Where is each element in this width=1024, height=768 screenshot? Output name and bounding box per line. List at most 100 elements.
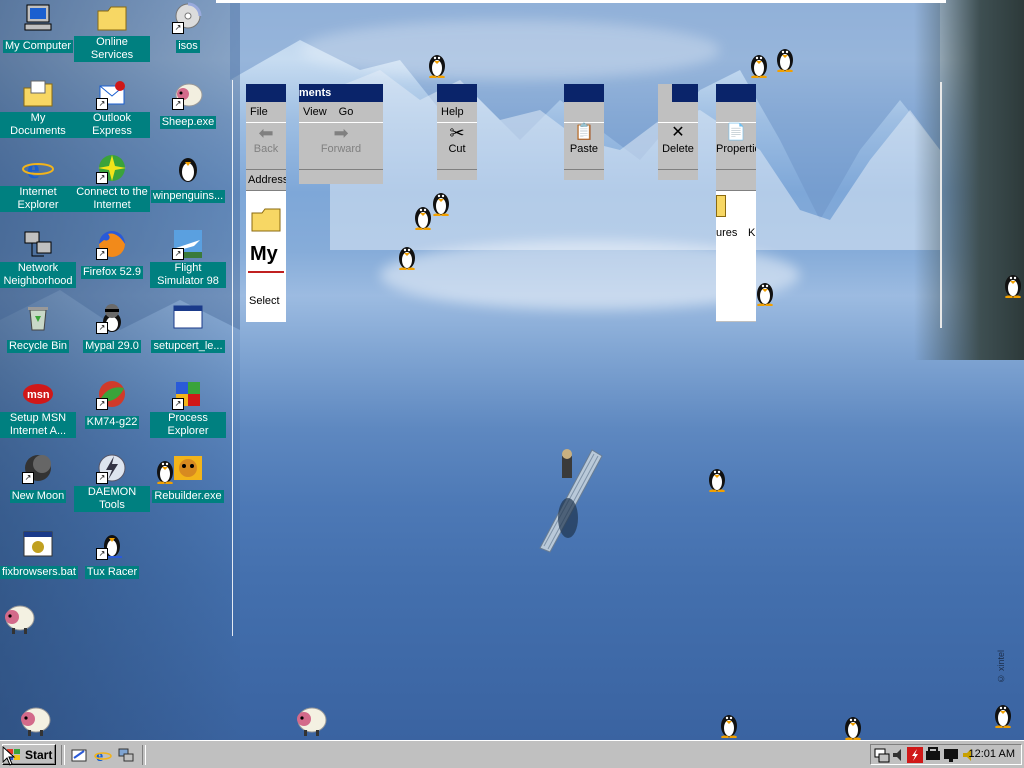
window-fragment[interactable]: 📋 Paste [564,84,604,180]
channels-icon[interactable] [117,746,135,764]
desktop-icon-label: Online Services [74,36,150,62]
shortcut-arrow-icon: ↗ [172,98,184,110]
mypal-icon: ↗ [96,302,128,334]
network-tray-icon[interactable] [874,747,890,763]
properties-label: Properties [716,143,756,155]
raft-fisherman [539,449,603,553]
menu-file[interactable]: File [246,102,286,122]
desktop-icon-label: fixbrowsers.bat [0,566,78,579]
my-documents-icon [22,78,54,110]
window-title-fragment[interactable]: My Documents ViewGo ➡ Forward [299,84,383,184]
new-moon-icon: ↗ [22,452,54,484]
system-tray: 12:01 AM [870,744,1022,765]
winpenguin-icon [1005,275,1021,298]
winpenguin-icon [995,705,1011,728]
internet-explorer-icon[interactable]: e [94,746,112,764]
paste-button[interactable]: 📋 Paste [564,122,604,170]
window-fragment[interactable]: Help ✂ Cut [437,84,477,180]
desktop-icon-setup-window[interactable]: setupcert_le... [150,302,226,354]
desktop-icon-label: Mypal 29.0 [83,340,141,353]
desktop-icon-new-moon[interactable]: ↗ New Moon [0,452,76,504]
desktop-icon-internet-explorer[interactable]: e Internet Explorer [0,152,76,213]
desktop-icon-label: Rebuilder.exe [152,490,224,503]
desktop-icon-outlook-express[interactable]: ↗ Outlook Express [74,78,150,139]
desktop-icon-km74[interactable]: ↗ KM74-g22 [74,378,150,430]
menu-view[interactable]: View [303,106,339,118]
esheep-icon [297,707,327,736]
desktop-icon-label: New Moon [9,490,67,503]
desktop-icon-daemon-tools[interactable]: ↗ DAEMON Tools [74,452,150,513]
winpenguin-icon [751,55,767,78]
forward-button[interactable]: ➡ Forward [299,122,383,170]
cut-label: Cut [448,143,466,155]
volume-icon[interactable] [891,747,907,763]
show-desktop-icon[interactable] [70,746,88,764]
desktop-icon-recycle-bin[interactable]: Recycle Bin [0,302,76,354]
desktop-icon-label: Connect to the Internet [74,186,150,212]
desktop-icon-mypal[interactable]: ↗ Mypal 29.0 [74,302,150,354]
desktop-icon-firefox[interactable]: ↗ Firefox 52.9 [74,228,150,280]
winpenguin-icon [709,469,725,492]
back-button[interactable]: ⬅ Back [246,122,286,170]
desktop-icon-label: Process Explorer [150,412,226,438]
desktop-icon-label: setupcert_le... [151,340,225,353]
batch-file-icon [22,528,54,560]
esheep-icon [21,707,51,736]
desktop-icon-tux-racer[interactable]: ↗ Tux Racer [74,528,150,580]
desktop-icon-label: Tux Racer [84,566,140,579]
window-fragment[interactable]: 📄 Properties ures K [716,84,756,322]
winpenguin-icon [777,49,793,72]
desktop-icon-cd-folder[interactable]: ↗ isos [150,2,226,54]
desktop-icon-label: winpenguins... [150,190,226,203]
esheep-icon [5,605,35,634]
desktop-icon-label: KM74-g22 [84,416,140,429]
back-label: Back [253,143,279,155]
winpenguin-icon [757,283,773,306]
shortcut-arrow-icon: ↗ [96,548,108,560]
monitor-icon[interactable] [943,747,959,763]
window-title: My Documents [299,84,383,102]
desktop-icon-folder[interactable]: Online Services [74,2,150,63]
desktop-icon-batch-file[interactable]: fixbrowsers.bat [0,528,78,580]
desktop-icon-my-computer[interactable]: My Computer [0,2,76,54]
delete-label: Delete [662,143,694,155]
desktop-icon-network-neighborhood[interactable]: Network Neighborhood [0,228,76,289]
menu-help[interactable]: Help [437,102,477,122]
delete-button[interactable]: ✕ Delete [658,122,698,170]
desktop-icon-msn[interactable]: msn Setup MSN Internet A... [0,378,76,439]
menu-go[interactable]: Go [339,106,354,118]
taskbar-separator [61,745,65,765]
desktop-icon-flight-simulator[interactable]: ↗ Flight Simulator 98 [150,228,226,289]
window-fragment[interactable]: ✕ Delete [658,84,698,180]
start-label: Start [25,748,53,762]
forward-arrow-icon: ➡ [333,123,349,143]
desktop-icon-connect-internet[interactable]: ↗ Connect to the Internet [74,152,150,213]
clock[interactable]: 12:01 AM [969,745,1015,764]
desktop-icon-label: Setup MSN Internet A... [0,412,76,438]
my-computer-icon [22,2,54,34]
taskbar-separator [142,745,146,765]
desktop-icon-my-documents[interactable]: My Documents [0,78,76,139]
flash-icon[interactable] [907,747,923,763]
select-hint: Select [249,295,280,307]
cut-button[interactable]: ✂ Cut [437,122,477,170]
winpenguin-icon [429,55,445,78]
sheep-icon: ↗ [172,78,204,110]
desktop-icon-label: My Documents [0,112,76,138]
address-label: Address [246,170,286,191]
screen-artifact-line [216,0,946,3]
shortcut-arrow-icon: ↗ [172,398,184,410]
desktop-icon-penguin[interactable]: winpenguins... [150,152,226,204]
connect-internet-icon: ↗ [96,152,128,184]
flight-simulator-icon: ↗ [172,228,204,260]
properties-button[interactable]: 📄 Properties [716,122,756,170]
heading-rule [248,271,284,273]
desktop-icon-process-explorer[interactable]: ↗ Process Explorer [150,378,226,439]
window-fragment[interactable]: File ⬅ Back Address My Select [246,84,286,322]
svg-text:e: e [96,748,103,764]
security-icon[interactable] [925,747,941,763]
desktop-icon-sheep[interactable]: ↗ Sheep.exe [150,78,226,130]
folder-edge-icon [716,195,726,217]
folder-heading: My [250,243,278,265]
shortcut-arrow-icon: ↗ [96,472,108,484]
